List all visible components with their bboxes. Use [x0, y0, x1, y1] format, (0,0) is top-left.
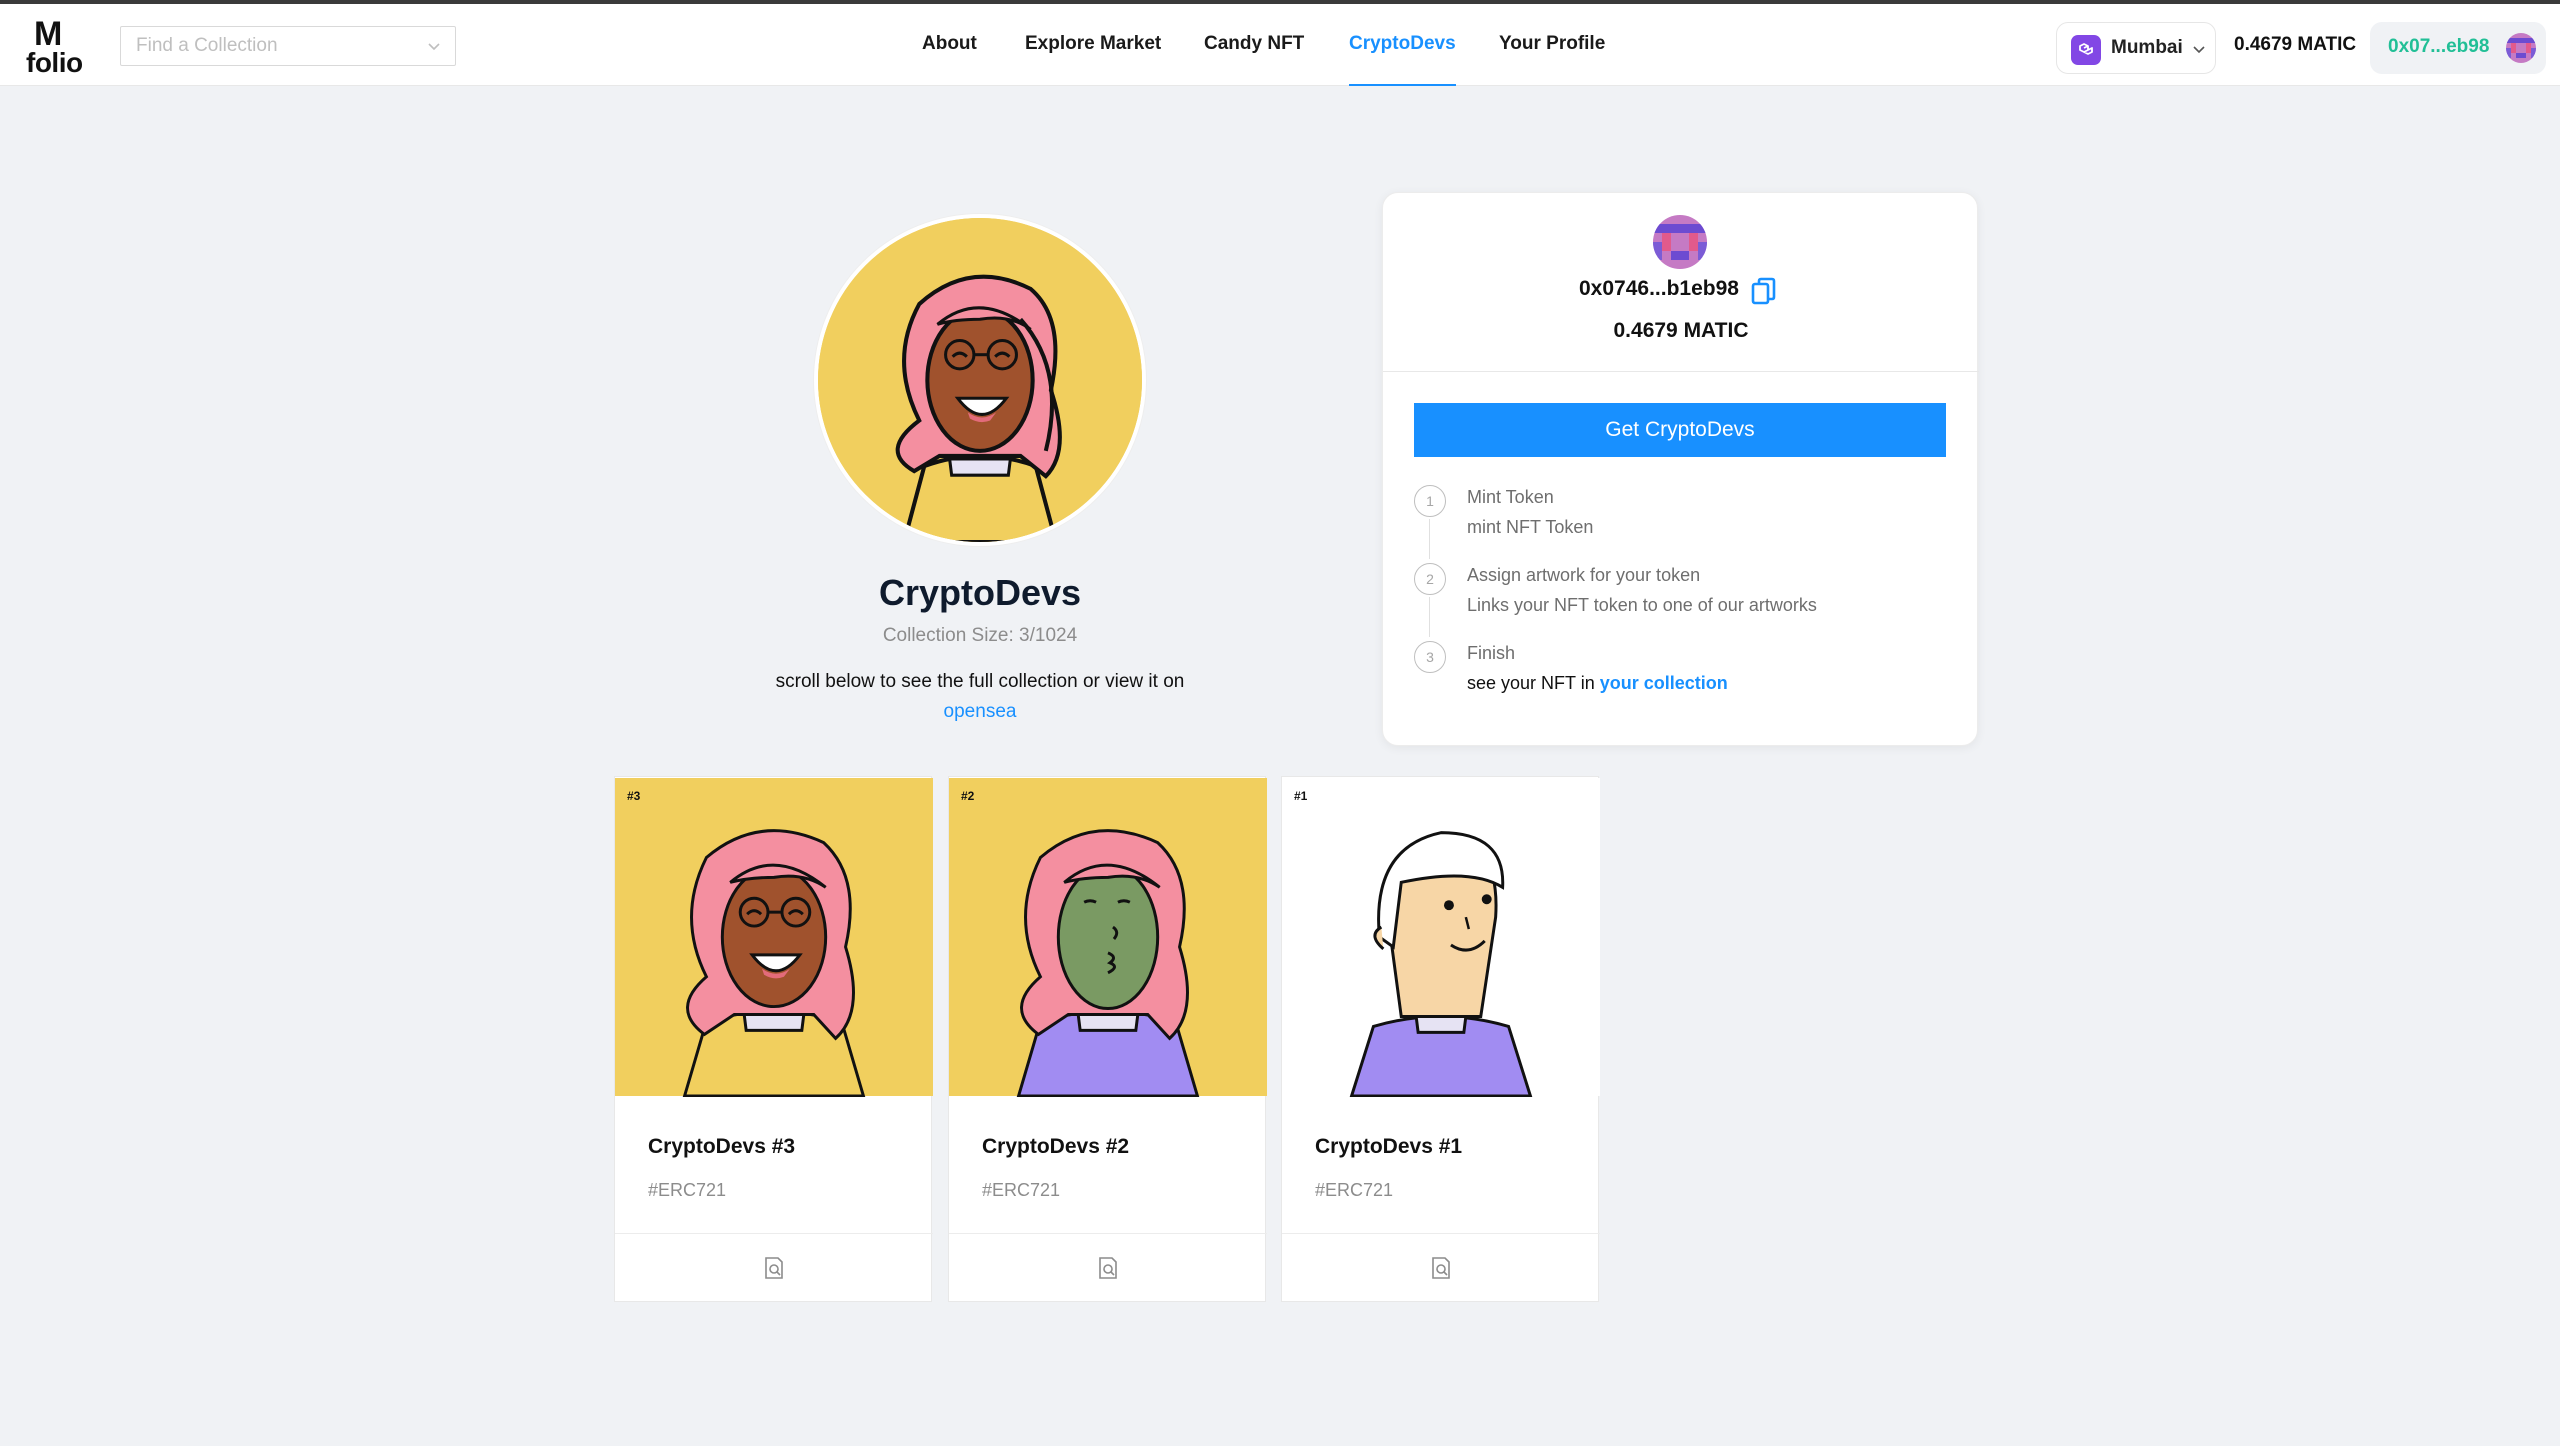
top-navbar: M folio About Explore Market Candy NFT C…: [0, 4, 2560, 86]
file-search-icon[interactable]: [763, 1256, 785, 1280]
nft-standard: #ERC721: [1315, 1180, 1394, 1200]
nft-standard: #ERC721: [648, 1180, 727, 1200]
collection-description-text: scroll below to see the full collection …: [775, 671, 1185, 692]
collection-avatar: [814, 214, 1146, 546]
step-3-number: 3: [1414, 641, 1446, 673]
wallet-address: 0x0746...b1eb98: [1579, 277, 1739, 300]
card-actions: [949, 1233, 1267, 1303]
wallet-avatar: [1653, 215, 1707, 269]
network-label: Mumbai: [2111, 37, 2183, 58]
nft-name: CryptoDevs #2: [982, 1135, 1130, 1158]
nav-explore-market[interactable]: Explore Market: [1025, 4, 1161, 86]
account-address: 0x07...eb98: [2388, 36, 2490, 57]
wallet-balance: 0.4679 MATIC: [2234, 34, 2357, 55]
nft-card[interactable]: #2 CryptoDevs #2 #ERC721: [948, 776, 1267, 1303]
nft-name: CryptoDevs #1: [1315, 1135, 1463, 1158]
file-search-icon[interactable]: [1430, 1256, 1452, 1280]
account-avatar: [2506, 33, 2536, 63]
nft-card[interactable]: #1 CryptoDevs #1 #ERC721: [1281, 776, 1600, 1303]
nft-tag: #1: [1294, 789, 1308, 803]
collection-description: scroll below to see the full collection …: [770, 667, 1190, 727]
card-actions: [615, 1233, 933, 1303]
get-cryptodevs-button[interactable]: Get CryptoDevs: [1414, 403, 1946, 457]
step-2-number: 2: [1414, 563, 1446, 595]
nft-tag: #2: [961, 789, 975, 803]
copy-icon[interactable]: [1750, 277, 1778, 307]
collection-title: CryptoDevs: [878, 572, 1082, 613]
divider: [1383, 371, 1979, 372]
step-2-title: Assign artwork for your token: [1467, 565, 1701, 585]
wallet-balance-card: 0.4679 MATIC: [1613, 319, 1749, 342]
chevron-down-icon: [2193, 46, 2205, 54]
nav-cryptodevs[interactable]: CryptoDevs: [1349, 4, 1456, 86]
step-1-number: 1: [1414, 485, 1446, 517]
nft-name: CryptoDevs #3: [648, 1135, 796, 1158]
collection-size: Collection Size: 3/1024: [882, 625, 1078, 646]
nav-candy-nft[interactable]: Candy NFT: [1204, 4, 1304, 86]
your-collection-link[interactable]: your collection: [1600, 673, 1728, 693]
nft-card[interactable]: #3 CryptoDevs #3 #ERC721: [614, 776, 933, 1303]
step-3-description-text: see your NFT in: [1467, 673, 1595, 693]
card-actions: [1282, 1233, 1600, 1303]
file-search-icon[interactable]: [1097, 1256, 1119, 1280]
polygon-icon: [2071, 35, 2101, 65]
step-1-description: mint NFT Token: [1467, 517, 1594, 537]
step-1-title: Mint Token: [1467, 487, 1554, 507]
nft-image: [1282, 777, 1600, 1097]
nft-standard: #ERC721: [982, 1180, 1061, 1200]
nft-image: [615, 777, 933, 1097]
mint-card: 0x0746...b1eb98 0.4679 MATIC Get CryptoD…: [1382, 192, 1979, 746]
nav-your-profile[interactable]: Your Profile: [1499, 4, 1605, 86]
account-button[interactable]: 0x07...eb98: [2370, 22, 2546, 74]
step-connector: [1429, 597, 1430, 637]
step-connector: [1429, 519, 1430, 559]
step-2-description: Links your NFT token to one of our artwo…: [1467, 595, 1817, 615]
nft-tag: #3: [627, 789, 641, 803]
nft-image: [949, 777, 1267, 1097]
network-selector[interactable]: Mumbai: [2056, 22, 2216, 74]
opensea-link[interactable]: opensea: [944, 701, 1017, 722]
step-3-title: Finish: [1467, 643, 1516, 663]
nav-about[interactable]: About: [922, 4, 977, 86]
step-3-description: see your NFT in your collection: [1467, 673, 1728, 694]
